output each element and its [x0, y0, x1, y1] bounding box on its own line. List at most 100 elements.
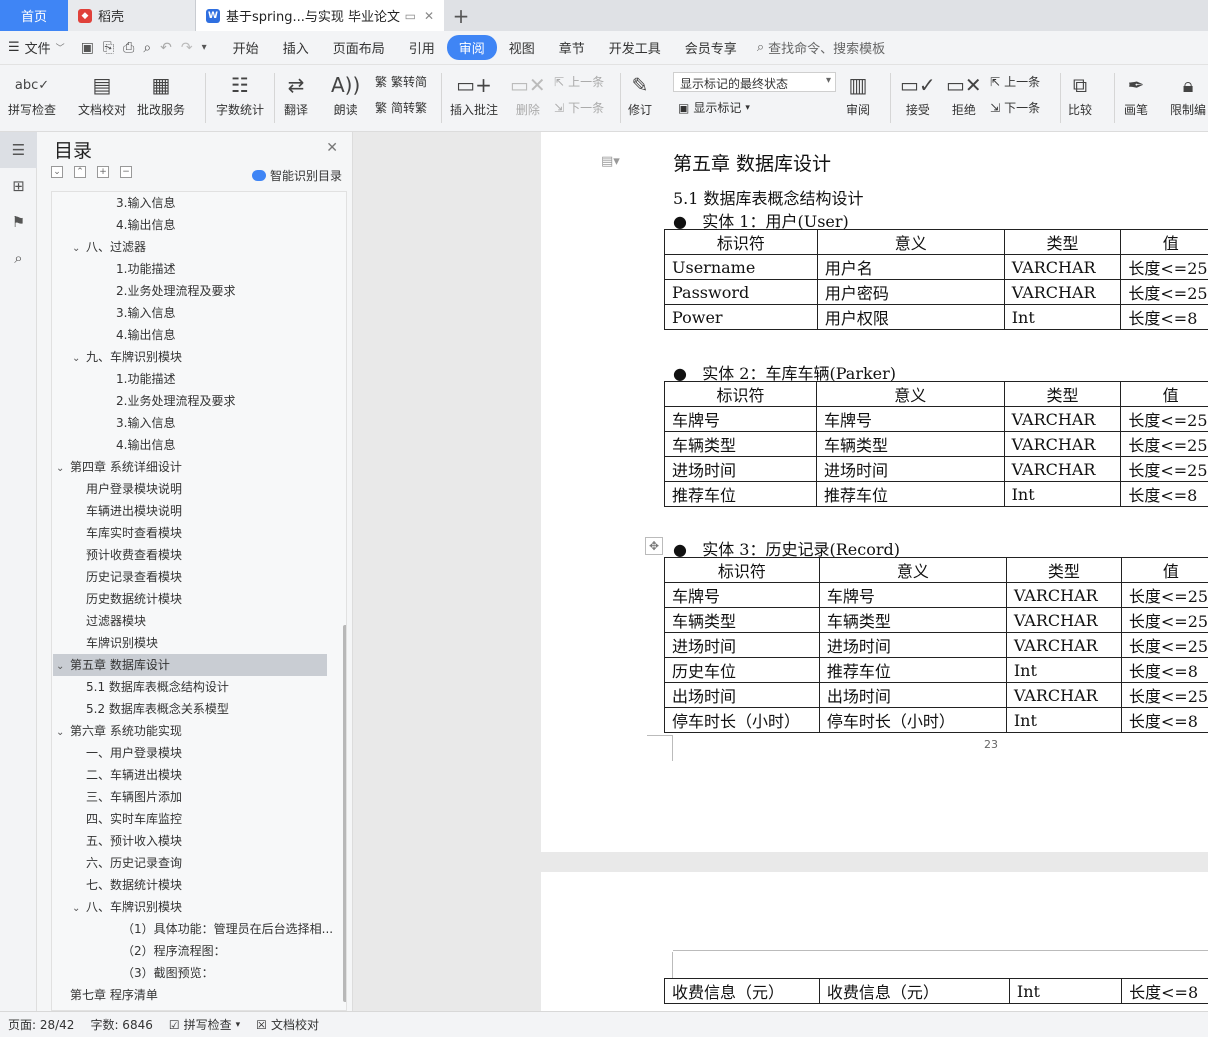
paragraph-menu-icon[interactable]: ▤▾	[601, 154, 620, 169]
table-cell[interactable]: Int	[1008, 978, 1123, 1004]
ink-button[interactable]: ✒ 画笔	[1124, 69, 1148, 118]
table-cell[interactable]: 推荐车位	[664, 481, 817, 507]
table-cell[interactable]: 进场时间	[816, 456, 1005, 482]
search-icon[interactable]: ⌕	[0, 240, 37, 276]
table-cell[interactable]: VARCHAR	[1005, 632, 1122, 658]
table-cell[interactable]: 用户密码	[816, 279, 1005, 305]
bookmark-icon[interactable]: ⚑	[0, 204, 37, 240]
expand-arrow-icon[interactable]: ⌄	[72, 348, 86, 370]
file-menu[interactable]: ☰ 文件 ﹀	[0, 38, 73, 57]
toc-item[interactable]: 1.功能描述	[116, 368, 175, 390]
toc-item[interactable]: 七、数据统计模块	[86, 874, 182, 896]
tab-daoke[interactable]: ◆ 稻壳	[68, 0, 196, 31]
toc-item[interactable]: 五、预计收入模块	[86, 830, 182, 852]
toc-item[interactable]: 用户登录模块说明	[86, 478, 182, 500]
expand-arrow-icon[interactable]: ⌄	[72, 898, 86, 920]
toc-scrollbar[interactable]	[343, 625, 346, 1002]
table-cell[interactable]: 车辆类型	[664, 607, 820, 633]
table-cell[interactable]: 车牌号	[664, 406, 817, 432]
toc-item[interactable]: ⌄ 第四章 系统详细设计	[56, 456, 182, 478]
toc-item[interactable]: 4.输出信息	[116, 324, 175, 346]
table-cell[interactable]: 进场时间	[818, 632, 1007, 658]
translate-button[interactable]: ⇄ 翻译	[284, 69, 308, 118]
expand-arrow-icon[interactable]: ⌄	[56, 656, 70, 678]
table-cell[interactable]: 车牌号	[664, 582, 820, 608]
doc-proof-status[interactable]: ☒ 文档校对	[248, 1016, 327, 1033]
table-cell[interactable]: 用户名	[816, 254, 1005, 280]
table-cell[interactable]: 车牌号	[816, 406, 1005, 432]
table-cell[interactable]: Int	[1003, 481, 1122, 507]
toc-item[interactable]: ⌄ 九、车牌识别模块	[72, 346, 182, 368]
table-cell[interactable]: Int	[1005, 707, 1122, 733]
toc-item[interactable]: 预计收费查看模块	[86, 544, 182, 566]
toc-item[interactable]: 5.1 数据库表概念结构设计	[86, 676, 229, 698]
chapter-nav-icon[interactable]: ⊞	[0, 168, 37, 204]
toc-item[interactable]: ⌄ 八、车牌识别模块	[72, 896, 182, 918]
table-cell[interactable]: 推荐车位	[816, 481, 1005, 507]
toc-item[interactable]: 车辆进出模块说明	[86, 500, 182, 522]
toc-item[interactable]: ⌄ 第六章 系统功能实现	[56, 720, 182, 742]
table-cell[interactable]: 进场时间	[664, 456, 817, 482]
page-indicator[interactable]: 页面: 28/42	[0, 1016, 82, 1033]
menu-member[interactable]: 会员专享	[673, 35, 749, 60]
toc-item[interactable]: 3.输入信息	[116, 192, 175, 214]
tab-active-document[interactable]: W 基于spring...与实现 毕业论文 ▭ ✕	[196, 0, 444, 31]
table-cell[interactable]: VARCHAR	[1003, 431, 1122, 457]
menu-chapter[interactable]: 章节	[547, 35, 597, 60]
toc-item[interactable]: 4.输出信息	[116, 434, 175, 456]
compare-button[interactable]: ⧉ 比较	[1068, 69, 1092, 118]
table-cell[interactable]: 出场时间	[818, 682, 1007, 708]
table-cell[interactable]: 停车时长（小时）	[818, 707, 1007, 733]
document-area[interactable]: ▤▾ 第五章 数据库设计 5.1 数据库表概念结构设计 ● 实体 1：用户(Us…	[353, 132, 1208, 1011]
table-cell[interactable]: 长度<=25	[1120, 632, 1208, 658]
table-cell[interactable]: 长度<=25	[1120, 431, 1208, 457]
toc-item[interactable]: 3.输入信息	[116, 412, 175, 434]
word-count-indicator[interactable]: 字数: 6846	[82, 1016, 160, 1033]
pin-window-icon[interactable]: ▭	[405, 9, 416, 23]
table-cell[interactable]: Power	[664, 304, 818, 330]
word-count-button[interactable]: ☷ 字数统计	[216, 69, 264, 118]
print-icon[interactable]: ⎙	[123, 40, 134, 56]
save-icon[interactable]: ▣	[81, 40, 94, 56]
print-preview-icon[interactable]: ⌕	[143, 40, 151, 56]
markup-state-select[interactable]: 显示标记的最终状态	[673, 72, 836, 92]
next-change-button[interactable]: ⇲ 下一条	[990, 99, 1040, 116]
undo-icon[interactable]: ↶	[160, 40, 172, 56]
restrict-editing-button[interactable]: 🔒︎ 限制编	[1170, 69, 1206, 118]
remove-item-icon[interactable]: −	[120, 166, 132, 178]
traditional-to-simplified-button[interactable]: 繁 繁转简	[375, 73, 427, 90]
spell-check-button[interactable]: abc✓ 拼写检查	[8, 69, 56, 118]
table-cell[interactable]: 长度<=8	[1120, 304, 1208, 330]
show-markup-button[interactable]: ▣ 显示标记 ▾	[678, 99, 750, 116]
table-cell[interactable]: 长度<=25	[1120, 607, 1208, 633]
toc-item[interactable]: 1.功能描述	[116, 258, 175, 280]
review-pane-button[interactable]: ▥ 审阅	[846, 69, 870, 118]
toc-item[interactable]: 4.输出信息	[116, 214, 175, 236]
menu-developer[interactable]: 开发工具	[597, 35, 673, 60]
table-cell[interactable]: 长度<=25	[1120, 254, 1208, 280]
toc-item[interactable]: 过滤器模块	[86, 610, 146, 632]
table-cell[interactable]: VARCHAR	[1005, 582, 1122, 608]
table-move-handle-icon[interactable]: ✥	[645, 537, 663, 555]
table-cell[interactable]: 停车时长（小时）	[664, 707, 820, 733]
toc-item[interactable]: 第七章 程序清单	[70, 984, 158, 1006]
table-cell[interactable]: VARCHAR	[1003, 254, 1122, 280]
toc-item[interactable]: 5.2 数据库表概念关系模型	[86, 698, 229, 720]
toc-item[interactable]: （1）具体功能：管理员在后台选择相...	[122, 918, 333, 940]
read-aloud-button[interactable]: A)) 朗读	[331, 69, 360, 118]
table-cell[interactable]: VARCHAR	[1003, 279, 1122, 305]
accept-button[interactable]: ▭✓ 接受	[900, 69, 936, 118]
prev-change-button[interactable]: ⇱ 上一条	[990, 73, 1040, 90]
add-item-icon[interactable]: +	[97, 166, 109, 178]
simplified-to-traditional-button[interactable]: 繁 简转繁	[375, 99, 427, 116]
table-cell[interactable]: Int	[1003, 304, 1122, 330]
tab-home[interactable]: 首页	[0, 0, 68, 31]
table-cell[interactable]: Int	[1005, 657, 1122, 683]
table-cell[interactable]: 长度<=25	[1120, 406, 1208, 432]
reject-button[interactable]: ▭✕ 拒绝	[946, 69, 982, 118]
toc-item[interactable]: （2）程序流程图：	[122, 940, 226, 962]
redo-icon[interactable]: ↷	[181, 40, 193, 56]
table-cell[interactable]: 收费信息（元）	[818, 978, 1010, 1004]
table-cell[interactable]: 历史车位	[664, 657, 820, 683]
toc-item[interactable]: （3）截图预览：	[122, 962, 214, 984]
